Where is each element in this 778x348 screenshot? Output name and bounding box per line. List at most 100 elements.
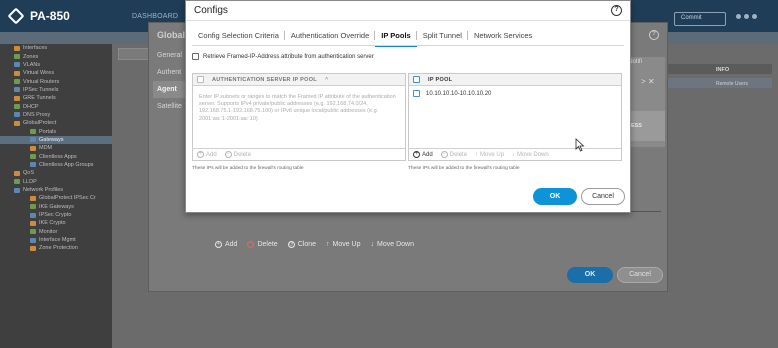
sidebar-item[interactable]: Network Profiles [0, 186, 112, 194]
app-icon [30, 154, 36, 160]
sidebar-item[interactable]: GRE Tunnels [0, 94, 112, 102]
crypto-icon [30, 212, 36, 218]
sidebar-item[interactable]: Virtual Wires [0, 69, 112, 77]
gateway-icon [30, 204, 36, 210]
circle-icon [752, 14, 757, 19]
circle-icon [744, 14, 749, 19]
delete-button[interactable]: − Delete [224, 151, 251, 158]
toolbar-icons[interactable] [736, 14, 766, 22]
move-down-button[interactable]: ↓ Move Down [512, 152, 549, 158]
sidebar-item[interactable]: Interface Mgmt [0, 236, 112, 244]
sidebar-item[interactable]: IPSec Tunnels [0, 86, 112, 94]
move-down-button[interactable]: ↓ Move Down [371, 241, 414, 248]
sidebar-item-label: DHCP [23, 103, 39, 110]
sidebar-item-label: Clientless Apps [39, 153, 77, 160]
retrieve-framed-ip-checkbox[interactable] [192, 53, 199, 60]
ok-button[interactable]: OK [533, 188, 577, 205]
sidebar-item-label: GRE Tunnels [23, 95, 56, 102]
ip-pool-value[interactable]: 10.10.10.10-10.10.10.20 [426, 91, 491, 97]
add-button[interactable]: + Add [197, 151, 217, 158]
tab-config-selection-criteria[interactable]: Config Selection Criteria [192, 27, 285, 45]
column-header-auth-pool[interactable]: AUTHENTICATION SERVER IP POOL [212, 77, 317, 83]
sidebar-item[interactable]: DHCP [0, 102, 112, 110]
sidebar-item[interactable]: DNS Proxy [0, 111, 112, 119]
sidebar-item[interactable]: Clientless App Groups [0, 161, 112, 169]
qos-icon [14, 170, 20, 176]
help-icon[interactable]: ? [649, 30, 659, 40]
delete-button[interactable]: − Delete [247, 241, 278, 248]
auth-pool-placeholder[interactable]: Enter IP subnets or ranges to match the … [193, 86, 405, 123]
help-icon[interactable]: ? [611, 5, 622, 16]
arrow-down-icon: ↓ [370, 241, 375, 248]
sidebar-item[interactable]: Zone Protection [0, 244, 112, 252]
sidebar-item[interactable]: GlobalProtect IPSec Cr [0, 194, 112, 202]
sidebar-item[interactable]: Monitor [0, 228, 112, 236]
sidebar-item[interactable]: Portals [0, 127, 112, 135]
retrieve-framed-ip-option[interactable]: Retrieve Framed-IP-Address attribute fro… [192, 53, 374, 60]
move-up-button[interactable]: ↑ Move Up [475, 152, 504, 158]
auth-pool-toolbar: + Add − Delete [193, 148, 405, 160]
clone-icon: ◷ [287, 241, 295, 248]
nav-arrows-icon[interactable]: > ✕ [641, 77, 655, 86]
minus-circle-icon: − [440, 151, 448, 158]
tab-divider [192, 45, 624, 46]
dialog-title: Global [157, 30, 186, 40]
tab-authentication-override[interactable]: Authentication Override [285, 27, 376, 45]
sidebar-item[interactable]: VLANs [0, 61, 112, 69]
arrow-up-icon: ↑ [475, 151, 479, 158]
sidebar-item[interactable]: LLDP [0, 178, 112, 186]
sidebar-item[interactable]: MDM [0, 144, 112, 152]
cancel-button[interactable]: Cancel [617, 267, 663, 283]
sidebar-item[interactable]: Gateways [0, 135, 112, 145]
ok-button[interactable]: OK [567, 267, 613, 283]
move-down-label: Move Down [517, 151, 549, 158]
add-button[interactable]: + Add [215, 241, 237, 248]
sidebar-item-label: Clientless App Groups [39, 161, 94, 168]
sidebar-item-label: MDM [39, 145, 53, 152]
auth-server-ip-pool-panel: AUTHENTICATION SERVER IP POOL ^ Enter IP… [192, 73, 406, 161]
circle-icon [736, 14, 741, 19]
clone-button[interactable]: ◷ Clone [287, 241, 316, 248]
sidebar-item[interactable]: Virtual Routers [0, 77, 112, 85]
nav-dashboard[interactable]: DASHBOARD [132, 13, 178, 20]
sidebar: Interfaces Zones VLANs Virtual Wires Virtual… [0, 44, 112, 348]
sidebar-item[interactable]: Clientless Apps [0, 152, 112, 160]
cancel-button[interactable]: Cancel [581, 188, 625, 205]
ip-pool-panel: IP POOL 10.10.10.10-10.10.10.20 + Add − De… [408, 73, 622, 161]
sidebar-item[interactable]: IKE Gateways [0, 203, 112, 211]
list-item[interactable]: 10.10.10.10-10.10.10.20 [409, 86, 621, 101]
paloalto-logo-icon [7, 7, 25, 25]
column-header-ip-pool[interactable]: IP POOL [428, 77, 452, 83]
tab-ip-pools[interactable]: IP Pools [375, 27, 418, 47]
caret-up-icon[interactable]: ^ [325, 77, 329, 83]
sidebar-item-label: Portals [39, 128, 57, 135]
tab-network-services[interactable]: Network Services [468, 27, 538, 45]
sidebar-item[interactable]: QoS [0, 169, 112, 177]
info-cell: Remote Users [716, 81, 748, 87]
configs-toolbar: + Add − Delete ◷ Clone ↑ Move Up ↓ Move Down [215, 241, 414, 248]
select-all-checkbox[interactable] [413, 76, 420, 83]
portal-icon [30, 129, 36, 135]
move-up-label: Move Up [332, 241, 361, 248]
ip-pool-toolbar: + Add − Delete ↑ Move Up ↓ Move Down [409, 148, 621, 160]
delete-button[interactable]: − Delete [440, 151, 467, 158]
sidebar-item-label: GlobalProtect [23, 120, 57, 127]
move-up-button[interactable]: ↑ Move Up [326, 241, 361, 248]
sidebar-item-label: IPSec Tunnels [23, 86, 59, 93]
tab-split-tunnel[interactable]: Split Tunnel [417, 27, 469, 45]
interface-icon [14, 45, 20, 51]
logo-text: PA-850 [30, 9, 70, 23]
interface-mgmt-icon [30, 237, 36, 243]
sidebar-item-label: Virtual Wires [23, 70, 55, 77]
add-label: Add [206, 151, 217, 158]
sidebar-item-label: Monitor [39, 228, 58, 235]
sidebar-item[interactable]: IKE Crypto [0, 219, 112, 227]
sidebar-item[interactable]: Zones [0, 52, 112, 60]
commit-button[interactable]: Commit [674, 12, 726, 26]
select-all-checkbox[interactable] [197, 76, 204, 83]
add-button[interactable]: + Add [413, 151, 433, 158]
sidebar-item[interactable]: Interfaces [0, 44, 112, 52]
row-checkbox[interactable] [413, 90, 420, 97]
sidebar-item[interactable]: GlobalProtect [0, 119, 112, 127]
sidebar-item[interactable]: IPSec Crypto [0, 211, 112, 219]
